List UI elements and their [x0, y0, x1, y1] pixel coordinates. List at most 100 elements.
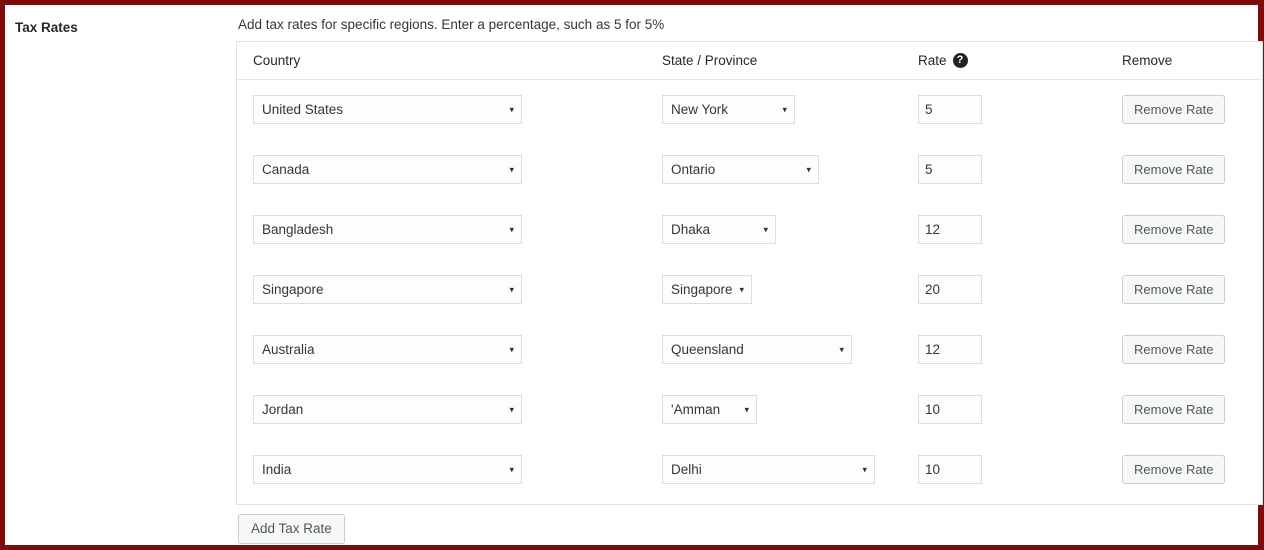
- state-province-select[interactable]: Delhi ▾: [662, 455, 875, 485]
- state-province-select-value: Singapore: [671, 282, 733, 298]
- country-select[interactable]: India ▾: [253, 455, 522, 485]
- state-province-select[interactable]: New York ▾: [662, 95, 795, 125]
- table-row: United States ▾ New York ▾ Remove Rate: [237, 80, 1262, 140]
- country-select[interactable]: Canada ▾: [253, 155, 522, 185]
- chevron-down-icon: ▾: [739, 284, 744, 295]
- country-select-value: Australia: [262, 342, 315, 358]
- cell-rate: [913, 275, 1118, 305]
- state-province-select[interactable]: Ontario ▾: [662, 155, 819, 185]
- cell-remove: Remove Rate: [1118, 155, 1258, 185]
- column-header-rate-label: Rate: [918, 52, 947, 68]
- state-province-select-value: Delhi: [671, 462, 702, 478]
- remove-rate-button[interactable]: Remove Rate: [1122, 155, 1226, 185]
- cell-rate: [913, 335, 1118, 365]
- cell-remove: Remove Rate: [1118, 215, 1258, 245]
- rate-input[interactable]: [918, 95, 982, 125]
- cell-country: Singapore ▾: [237, 275, 657, 305]
- country-select[interactable]: Bangladesh ▾: [253, 215, 522, 245]
- chevron-down-icon: ▾: [509, 464, 514, 475]
- cell-country: United States ▾: [237, 95, 657, 125]
- chevron-down-icon: ▾: [839, 344, 844, 355]
- chevron-down-icon: ▾: [509, 284, 514, 295]
- country-select-value: United States: [262, 102, 344, 118]
- rate-input[interactable]: [918, 215, 982, 245]
- table-row: India ▾ Delhi ▾ Remove Rate: [237, 440, 1262, 500]
- table-header-row: Country State / Province Rate ? Remove: [237, 42, 1262, 80]
- chevron-down-icon: ▾: [744, 404, 749, 415]
- cell-remove: Remove Rate: [1118, 335, 1258, 365]
- column-header-rate: Rate ?: [913, 52, 1118, 68]
- state-province-select-value: New York: [671, 102, 729, 118]
- cell-state-province: Ontario ▾: [657, 155, 913, 185]
- cell-country: Canada ▾: [237, 155, 657, 185]
- state-province-select-value: Queensland: [671, 342, 744, 358]
- country-select[interactable]: Jordan ▾: [253, 395, 522, 425]
- column-header-country: Country: [253, 52, 301, 68]
- remove-rate-button[interactable]: Remove Rate: [1122, 215, 1226, 245]
- state-province-select[interactable]: 'Amman ▾: [662, 395, 757, 425]
- field-label-tax-rates: Tax Rates: [15, 20, 78, 35]
- state-province-select[interactable]: Singapore ▾: [662, 275, 752, 305]
- cell-rate: [913, 395, 1118, 425]
- tax-rates-table: Country State / Province Rate ? Remove U…: [236, 40, 1263, 505]
- remove-rate-button[interactable]: Remove Rate: [1122, 455, 1226, 485]
- country-select-value: Singapore: [262, 282, 324, 298]
- cell-country: Bangladesh ▾: [237, 215, 657, 245]
- cell-state-province: Dhaka ▾: [657, 215, 913, 245]
- table-row: Australia ▾ Queensland ▾ Remove Rate: [237, 320, 1262, 380]
- add-tax-rate-button[interactable]: Add Tax Rate: [238, 513, 345, 544]
- chevron-down-icon: ▾: [509, 224, 514, 235]
- chevron-down-icon: ▾: [509, 404, 514, 415]
- cell-rate: [913, 455, 1118, 485]
- country-select-value: India: [262, 462, 292, 478]
- cell-remove: Remove Rate: [1118, 395, 1258, 425]
- state-province-select-value: Dhaka: [671, 222, 711, 238]
- cell-state-province: New York ▾: [657, 95, 913, 125]
- rate-input[interactable]: [918, 275, 982, 305]
- cell-state-province: Delhi ▾: [657, 455, 913, 485]
- tax-rates-content: Add tax rates for specific regions. Ente…: [236, 15, 1263, 544]
- tax-rates-settings-panel: Tax Rates Add tax rates for specific reg…: [0, 0, 1264, 550]
- chevron-down-icon: ▾: [509, 344, 514, 355]
- cell-rate: [913, 215, 1118, 245]
- column-header-state-province: State / Province: [662, 52, 758, 68]
- country-select[interactable]: Australia ▾: [253, 335, 522, 365]
- rate-input[interactable]: [918, 335, 982, 365]
- chevron-down-icon: ▾: [862, 464, 867, 475]
- cell-rate: [913, 155, 1118, 185]
- state-province-select-value: Ontario: [671, 162, 716, 178]
- cell-remove: Remove Rate: [1118, 275, 1258, 305]
- rate-input[interactable]: [918, 155, 982, 185]
- table-row: Singapore ▾ Singapore ▾ Remove Rate: [237, 260, 1262, 320]
- cell-country: India ▾: [237, 455, 657, 485]
- cell-state-province: Queensland ▾: [657, 335, 913, 365]
- country-select-value: Bangladesh: [262, 222, 334, 238]
- chevron-down-icon: ▾: [806, 164, 811, 175]
- country-select-value: Canada: [262, 162, 310, 178]
- state-province-select-value: 'Amman: [671, 402, 721, 418]
- chevron-down-icon: ▾: [509, 164, 514, 175]
- table-row: Canada ▾ Ontario ▾ Remove Rate: [237, 140, 1262, 200]
- table-row: Jordan ▾ 'Amman ▾ Remove Rate: [237, 380, 1262, 440]
- country-select[interactable]: Singapore ▾: [253, 275, 522, 305]
- remove-rate-button[interactable]: Remove Rate: [1122, 395, 1226, 425]
- remove-rate-button[interactable]: Remove Rate: [1122, 95, 1226, 125]
- remove-rate-button[interactable]: Remove Rate: [1122, 335, 1226, 365]
- tax-rates-description: Add tax rates for specific regions. Ente…: [238, 17, 665, 32]
- remove-rate-button[interactable]: Remove Rate: [1122, 275, 1226, 305]
- cell-country: Australia ▾: [237, 335, 657, 365]
- cell-remove: Remove Rate: [1118, 455, 1258, 485]
- help-icon[interactable]: ?: [952, 52, 968, 68]
- cell-state-province: 'Amman ▾: [657, 395, 913, 425]
- state-province-select[interactable]: Dhaka ▾: [662, 215, 776, 245]
- state-province-select[interactable]: Queensland ▾: [662, 335, 852, 365]
- chevron-down-icon: ▾: [763, 224, 768, 235]
- rate-input[interactable]: [918, 395, 982, 425]
- rate-input[interactable]: [918, 455, 982, 485]
- chevron-down-icon: ▾: [509, 104, 514, 115]
- table-row: Bangladesh ▾ Dhaka ▾ Remove Rate: [237, 200, 1262, 260]
- cell-rate: [913, 95, 1118, 125]
- country-select[interactable]: United States ▾: [253, 95, 522, 125]
- cell-state-province: Singapore ▾: [657, 275, 913, 305]
- settings-pane: Tax Rates Add tax rates for specific reg…: [5, 5, 1263, 545]
